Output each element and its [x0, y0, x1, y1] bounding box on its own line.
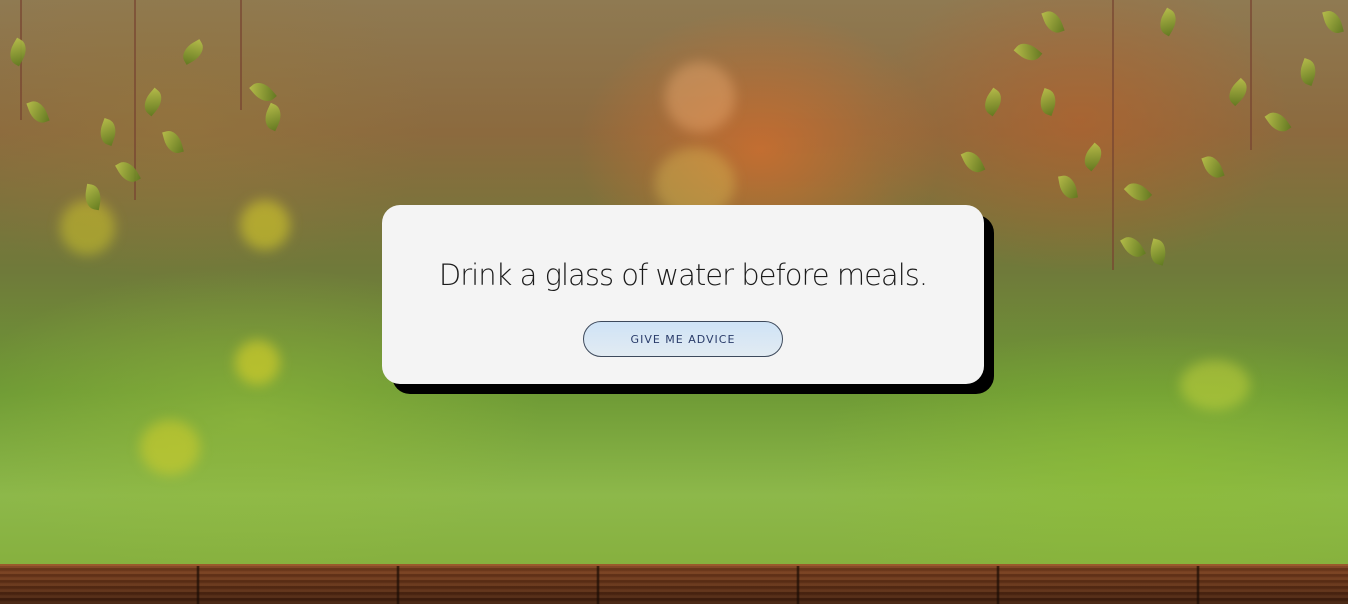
leaf	[178, 39, 208, 65]
branch	[1250, 0, 1252, 150]
bokeh-light	[665, 62, 735, 132]
leaf	[96, 117, 120, 147]
wooden-table	[0, 564, 1348, 604]
leaf	[162, 128, 184, 156]
leaf	[1041, 7, 1065, 37]
leaf	[979, 87, 1007, 117]
leaf	[1079, 142, 1107, 172]
leaf	[1123, 177, 1153, 207]
leaf	[1322, 8, 1344, 36]
leaf	[1058, 173, 1078, 201]
background-scene: Drink a glass of water before meals. GIV…	[0, 0, 1348, 604]
leaf	[260, 102, 286, 132]
leaf	[139, 87, 167, 117]
leaf	[26, 97, 50, 127]
leaf	[1155, 7, 1181, 37]
leaf	[1223, 77, 1253, 107]
advice-card: Drink a glass of water before meals. GIV…	[382, 205, 984, 384]
bokeh-light	[60, 200, 115, 255]
leaf	[960, 147, 986, 177]
bokeh-light	[140, 420, 200, 475]
branch	[240, 0, 242, 110]
leaf	[1013, 38, 1043, 66]
leaf	[1147, 238, 1169, 266]
leaf	[1296, 57, 1320, 87]
give-advice-button[interactable]: GIVE ME ADVICE	[583, 321, 783, 357]
leaf	[1036, 87, 1060, 117]
leaf	[1264, 107, 1292, 137]
bokeh-light	[235, 340, 280, 385]
leaf	[1201, 152, 1225, 182]
leaf	[5, 37, 31, 67]
branch	[1112, 0, 1114, 270]
bokeh-light	[1180, 360, 1250, 410]
leaf	[249, 77, 277, 107]
leaf	[115, 157, 141, 187]
bokeh-light	[240, 200, 290, 250]
leaf	[1120, 232, 1146, 262]
advice-text: Drink a glass of water before meals.	[438, 258, 928, 292]
